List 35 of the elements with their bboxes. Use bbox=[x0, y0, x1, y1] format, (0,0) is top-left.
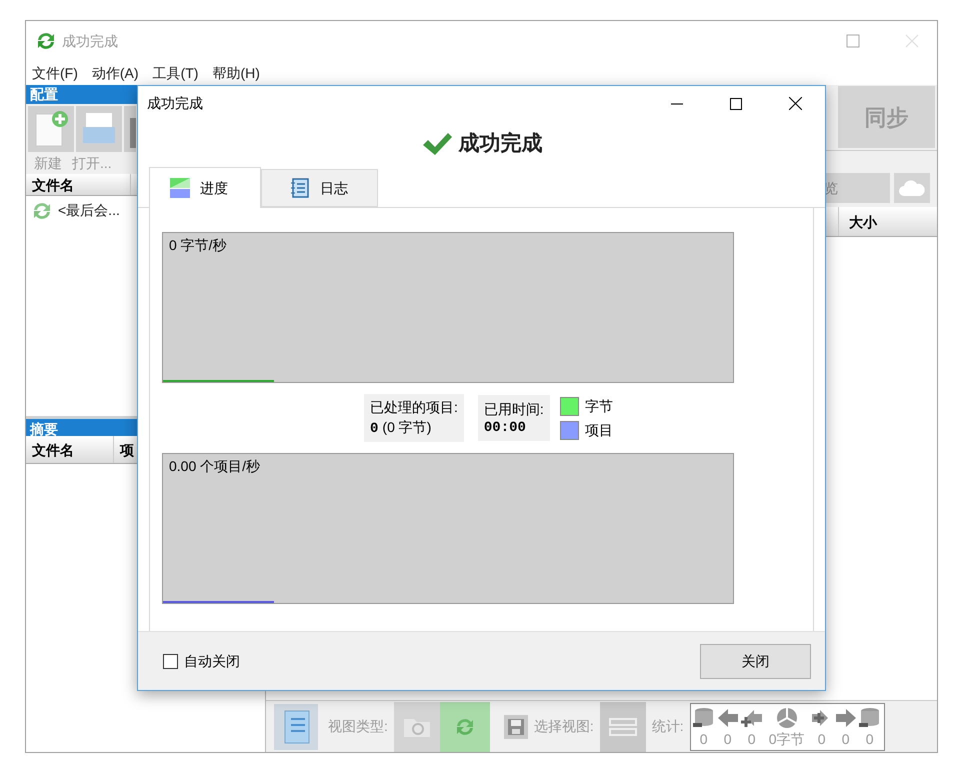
file-name: <最后会... bbox=[58, 200, 120, 220]
dialog-heading: 成功完成 bbox=[458, 130, 542, 158]
legend-label: 项目 bbox=[584, 420, 613, 440]
tab[interactable]: 日志 bbox=[261, 169, 378, 207]
stat-value: 0 bbox=[866, 730, 874, 748]
processed-count: 0 bbox=[370, 420, 378, 439]
auto-close-checkbox[interactable]: 自动关闭 bbox=[163, 650, 240, 672]
stat-value: 0 bbox=[842, 730, 850, 748]
stats-label: 统计: bbox=[652, 717, 684, 736]
tool-label: 打开... bbox=[72, 154, 112, 172]
column-header[interactable]: 大小 bbox=[838, 207, 937, 236]
stat-value: 0字节 bbox=[768, 730, 805, 748]
graph-label: 0.00 个项目/秒 bbox=[169, 457, 260, 476]
processed-bytes: (0 字节) bbox=[382, 418, 432, 437]
column-header[interactable]: 文件名 bbox=[26, 174, 131, 195]
stat-value: 0 bbox=[724, 730, 732, 748]
select-view-label: 选择视图: bbox=[534, 717, 594, 736]
stat-value: 0 bbox=[748, 730, 756, 748]
tab[interactable]: 进度 bbox=[149, 167, 261, 208]
menu-item[interactable]: 文件(F) bbox=[32, 62, 78, 84]
column-header[interactable]: 文件名 bbox=[26, 436, 114, 463]
stat-value: 0 bbox=[818, 730, 826, 748]
close-button[interactable]: 关闭 bbox=[700, 644, 811, 678]
legend-label: 字节 bbox=[584, 396, 613, 416]
window-title: 成功完成 bbox=[62, 32, 118, 50]
view-type-label: 视图类型: bbox=[328, 717, 388, 736]
elapsed-value: 00:00 bbox=[484, 419, 527, 437]
tool-label: 新建 bbox=[34, 154, 62, 172]
graph-label: 0 字节/秒 bbox=[169, 236, 227, 255]
menu-item[interactable]: 动作(A) bbox=[92, 62, 139, 84]
processed-label: 已处理的项目: bbox=[370, 398, 458, 417]
stat-value: 0 bbox=[700, 730, 708, 748]
menu-item[interactable]: 工具(T) bbox=[152, 62, 198, 84]
menu-item[interactable]: 帮助(H) bbox=[212, 62, 260, 84]
elapsed-label: 已用时间: bbox=[484, 400, 544, 419]
